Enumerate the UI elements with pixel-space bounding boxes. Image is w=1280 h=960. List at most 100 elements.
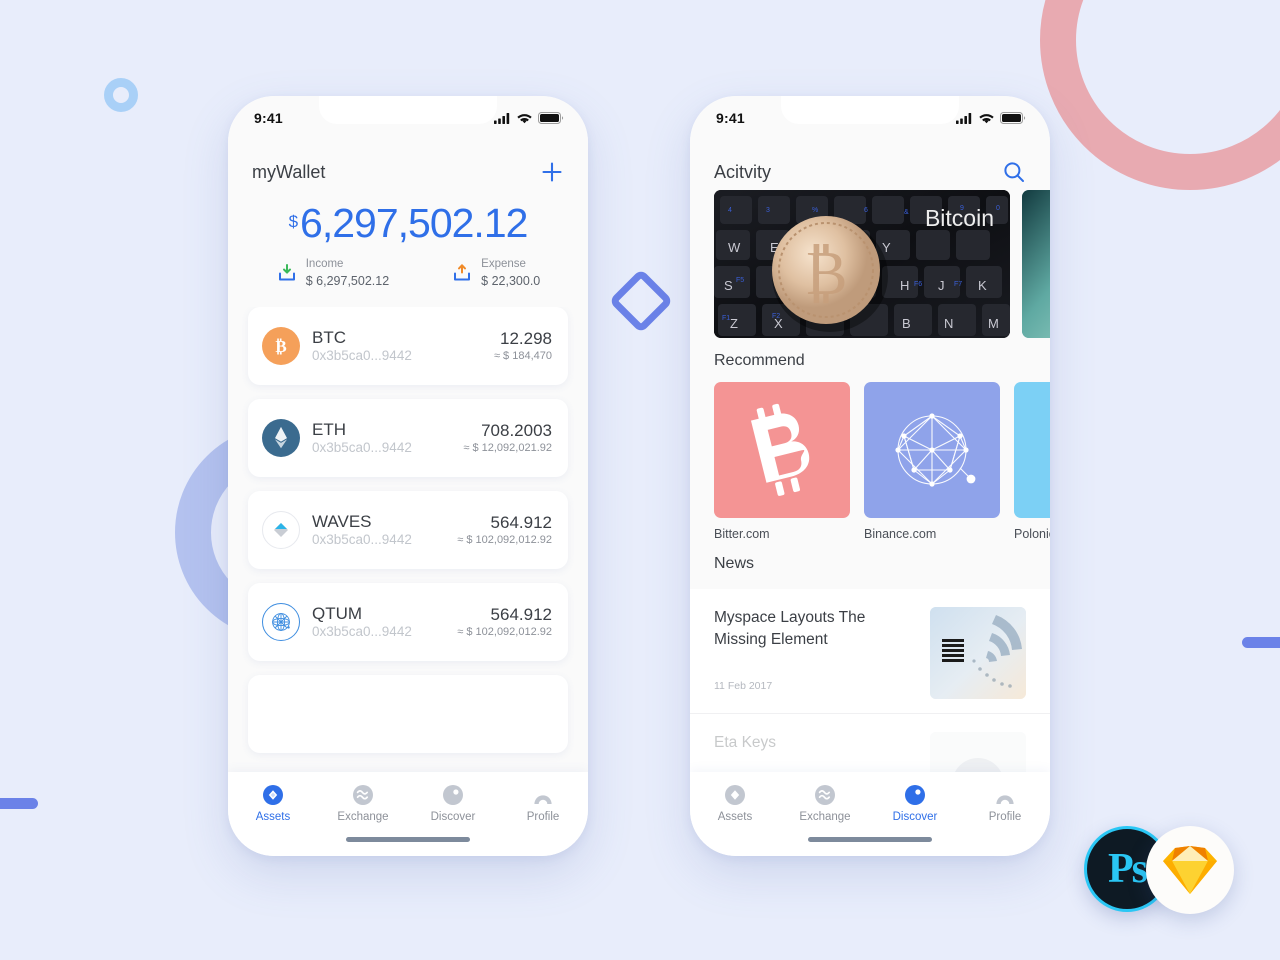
svg-text:H: H bbox=[900, 278, 909, 293]
svg-text:6: 6 bbox=[864, 207, 868, 214]
coin-amount: 708.2003 bbox=[481, 421, 552, 441]
coin-address: 0x3b5ca0...9442 bbox=[312, 347, 412, 363]
tab-assets[interactable]: Assets bbox=[690, 784, 780, 823]
tab-label: Exchange bbox=[799, 811, 851, 823]
qtum-icon bbox=[262, 603, 300, 642]
tab-discover[interactable]: Discover bbox=[870, 784, 960, 823]
tab-label: Discover bbox=[892, 811, 938, 823]
add-wallet-button[interactable] bbox=[540, 160, 564, 184]
sketch-badge bbox=[1146, 826, 1234, 914]
cellular-signal-icon bbox=[494, 112, 510, 124]
coin-fiat: ≈ $ 12,092,021.92 bbox=[463, 442, 552, 455]
tab-discover[interactable]: Discover bbox=[408, 784, 498, 823]
hero-card-bitcoin[interactable]: WEY SHJK ZXBNM 4 3% 6 & 9 0 F5 F6 F7 F1 F2 bbox=[714, 190, 1010, 338]
coin-row-qtum[interactable]: QTUM 0x3b5ca0...9442 564.912 ≈ $ 102,092… bbox=[248, 583, 568, 662]
news-item[interactable]: Eta Keys bbox=[690, 714, 1050, 772]
coin-symbol: ETH bbox=[312, 420, 346, 440]
svg-text:Z: Z bbox=[730, 316, 738, 331]
recommend-item-poloniex[interactable]: Polonie bbox=[1014, 382, 1050, 541]
svg-text:₿: ₿ bbox=[805, 240, 848, 308]
wallet-header: myWallet bbox=[228, 140, 588, 190]
decor-bar-right bbox=[1242, 637, 1280, 648]
svg-text:W: W bbox=[728, 240, 741, 255]
tab-bar: Assets Exchange Discover Profile bbox=[228, 772, 588, 856]
coin-amount: 564.912 bbox=[490, 605, 552, 625]
phone-wallet: 9:41 myWallet $ 6,297,502.12 Income $ 6,… bbox=[228, 96, 588, 856]
search-button[interactable] bbox=[1002, 160, 1026, 184]
assets-diamond-icon bbox=[725, 785, 745, 805]
tab-label: Discover bbox=[430, 811, 476, 823]
stat-expense-value: $ 22,300.0 bbox=[481, 273, 541, 288]
search-icon bbox=[1004, 162, 1024, 182]
decor-ring-pink bbox=[1040, 0, 1280, 190]
tab-exchange[interactable]: Exchange bbox=[780, 784, 870, 823]
svg-text:₿: ₿ bbox=[275, 337, 286, 356]
coin-names: QTUM 0x3b5ca0...9442 bbox=[312, 604, 457, 640]
recommend-row[interactable]: Bitter.com Binance.com Poloni bbox=[690, 382, 1050, 541]
tab-bar: Assets Exchange Discover Profile bbox=[690, 772, 1050, 856]
svg-text:F1: F1 bbox=[722, 315, 730, 322]
coin-names: WAVES 0x3b5ca0...9442 bbox=[312, 512, 457, 548]
news-item[interactable]: Myspace Layouts The Missing Element 11 F… bbox=[690, 589, 1050, 714]
person-thumb bbox=[930, 732, 1026, 772]
discover-compass-icon bbox=[905, 785, 925, 805]
tab-profile[interactable]: Profile bbox=[498, 784, 588, 823]
bitcoin-keyboard-photo: WEY SHJK ZXBNM 43%6 &90 F5F6F7 F1F2 bbox=[714, 190, 1010, 338]
news-item-date: 11 Feb 2017 bbox=[714, 680, 773, 693]
coin-row-eth[interactable]: ETH 0x3b5ca0...9442 708.2003 ≈ $ 12,092,… bbox=[248, 399, 568, 478]
tab-profile[interactable]: Profile bbox=[960, 784, 1050, 823]
news-list[interactable]: Myspace Layouts The Missing Element 11 F… bbox=[690, 589, 1050, 772]
coin-row-partial[interactable] bbox=[248, 675, 568, 754]
discover-compass-icon bbox=[443, 785, 463, 805]
coin-amount: 12.298 bbox=[500, 329, 552, 349]
binance-network-icon bbox=[895, 413, 976, 487]
wifi-icon bbox=[979, 113, 994, 123]
coin-row-waves[interactable]: WAVES 0x3b5ca0...9442 564.912 ≈ $ 102,09… bbox=[248, 491, 568, 570]
home-indicator bbox=[346, 837, 470, 842]
profile-person-icon bbox=[996, 795, 1014, 804]
svg-text:F6: F6 bbox=[914, 281, 922, 288]
status-bar: 9:41 bbox=[228, 96, 588, 140]
tab-exchange[interactable]: Exchange bbox=[318, 784, 408, 823]
svg-text:3: 3 bbox=[766, 207, 770, 214]
recommend-item-bitter[interactable]: Bitter.com bbox=[714, 382, 850, 541]
status-time: 9:41 bbox=[254, 110, 283, 126]
news-thumbnail bbox=[930, 732, 1026, 772]
recommend-item-binance[interactable]: Binance.com bbox=[864, 382, 1000, 541]
decor-diamond bbox=[608, 268, 674, 334]
waves-icon bbox=[262, 511, 300, 550]
balance-currency: $ bbox=[288, 212, 299, 231]
discover-body[interactable]: WEY SHJK ZXBNM 4 3% 6 & 9 0 F5 F6 F7 F1 F2 bbox=[690, 190, 1050, 772]
coin-fiat: ≈ $ 184,470 bbox=[493, 350, 552, 363]
bitcoin-glyph-icon bbox=[750, 403, 810, 496]
coin-values: 564.912 ≈ $ 102,092,012.92 bbox=[457, 513, 552, 548]
tab-assets[interactable]: Assets bbox=[228, 784, 318, 823]
svg-text:M: M bbox=[988, 316, 999, 331]
recommend-title: Recommend bbox=[714, 352, 805, 369]
svg-text:4: 4 bbox=[728, 207, 732, 214]
battery-icon bbox=[538, 112, 564, 124]
plus-icon bbox=[542, 162, 562, 182]
hero-carousel[interactable]: WEY SHJK ZXBNM 4 3% 6 & 9 0 F5 F6 F7 F1 F2 bbox=[690, 190, 1050, 338]
svg-text:F2: F2 bbox=[772, 313, 780, 320]
ibm-logo-thumb bbox=[930, 607, 1026, 699]
coin-address: 0x3b5ca0...9442 bbox=[312, 439, 412, 455]
news-item-title: Myspace Layouts The Missing Element bbox=[714, 609, 866, 648]
hero-card-next[interactable] bbox=[1022, 190, 1050, 338]
phone-discover: 9:41 Acitvity W E Y S H J K Z X B N M 4 … bbox=[690, 96, 1050, 856]
status-icons bbox=[494, 112, 564, 124]
coin-list[interactable]: ₿ BTC 0x3b5ca0...9442 12.298 ≈ $ 184,470 bbox=[228, 307, 588, 772]
balance-amount: 6,297,502.12 bbox=[300, 200, 528, 246]
svg-text:%: % bbox=[812, 207, 818, 214]
status-bar: 9:41 bbox=[690, 96, 1050, 140]
coin-address: 0x3b5ca0...9442 bbox=[312, 531, 412, 547]
stat-income-value: $ 6,297,502.12 bbox=[305, 273, 390, 288]
coin-row-btc[interactable]: ₿ BTC 0x3b5ca0...9442 12.298 ≈ $ 184,470 bbox=[248, 307, 568, 386]
wifi-icon bbox=[517, 113, 532, 123]
next-photo bbox=[1022, 190, 1050, 338]
coin-values: 12.298 ≈ $ 184,470 bbox=[494, 329, 552, 364]
tab-label: Assets bbox=[255, 811, 291, 823]
svg-text:F7: F7 bbox=[954, 281, 962, 288]
svg-text:N: N bbox=[944, 316, 953, 331]
recommend-name: Polonie bbox=[1014, 527, 1050, 541]
